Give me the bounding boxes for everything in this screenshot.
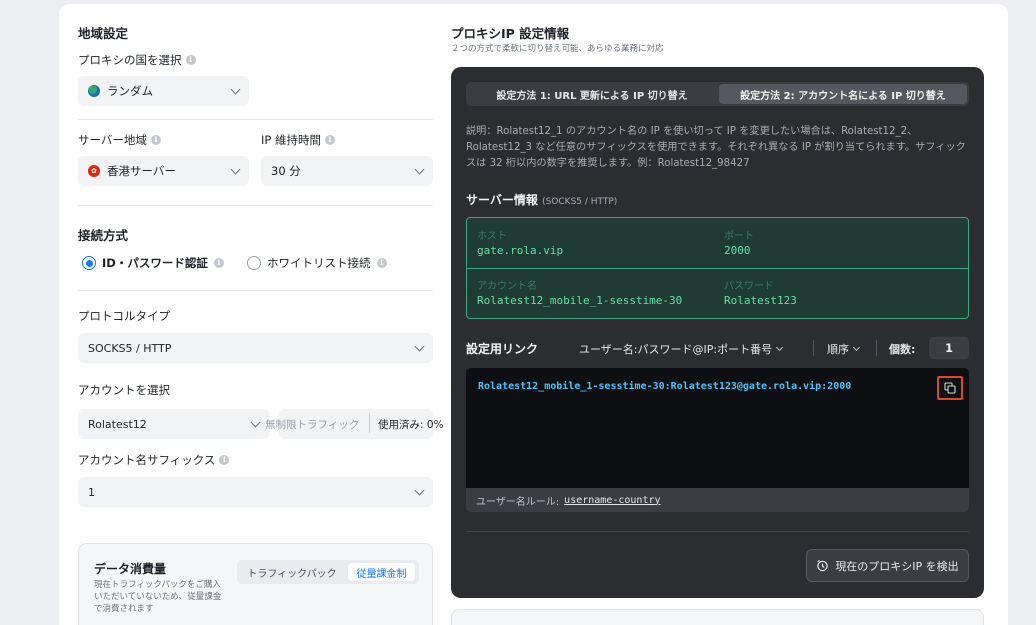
radio-unselected[interactable] [247, 256, 261, 270]
format-select[interactable]: ユーザー名:パスワード@IP:ポート番号 [579, 341, 784, 357]
host-value[interactable]: gate.rola.vip [477, 244, 563, 257]
chevron-down-icon [852, 343, 861, 352]
port-value[interactable]: 2000 [724, 244, 751, 257]
hong-kong-flag-icon: ✿ [88, 165, 100, 177]
host-label: ホスト [477, 231, 507, 242]
link-title: 設定用リンク [466, 342, 539, 356]
separator [813, 340, 814, 356]
tab-method-1[interactable]: 設定方法 1: URL 更新による IP 切り替え [468, 84, 716, 104]
method-description: 説明：Rolatest12_1 のアカウント名の IP を使い切って IP を変… [466, 126, 966, 169]
data-usage-panel: データ消費量 現在トラフィックパックをご購入いただいていないため、従量課金で消費… [78, 543, 433, 625]
traffic-text: 無制限トラフィック [265, 419, 360, 431]
info-icon: i [324, 135, 335, 145]
copy-button[interactable] [937, 376, 963, 400]
account-label: アカウントを選択 [78, 383, 170, 397]
separator [876, 340, 877, 356]
server-info-box: ホスト gate.rola.vip ポート 2000 アカウント名 Rolate… [466, 217, 969, 319]
data-usage-tabs: トラフィックパック 従量課金制 [237, 560, 419, 584]
data-usage-title: データ消費量 [94, 562, 167, 576]
ip-hold-select[interactable]: 30 分 [261, 156, 433, 186]
suffix-label: アカウント名サフィックス i [78, 452, 230, 468]
server-info-title: サーバー情報 (SOCKS5 / HTTP) [466, 193, 618, 207]
password-label: パスワード [724, 281, 774, 292]
connection-option-whitelist[interactable]: ホワイトリスト接続 i [247, 255, 387, 271]
suffix-select[interactable]: 1 [78, 477, 433, 507]
account-name-value[interactable]: Rolatest12_mobile_1-sesstime-30 [477, 294, 682, 307]
radio-selected[interactable] [82, 256, 96, 270]
divider [78, 119, 433, 120]
method-tabs: 設定方法 1: URL 更新による IP 切り替え 設定方法 2: アカウント名… [466, 82, 969, 106]
ip-hold-label: IP 維持時間 i [261, 132, 335, 148]
tab-method-2[interactable]: 設定方法 2: アカウント名による IP 切り替え [719, 84, 967, 104]
account-name-label: アカウント名 [477, 281, 537, 292]
separator [369, 413, 370, 433]
chevron-down-icon [230, 84, 241, 94]
copy-icon [944, 382, 956, 394]
account-select[interactable]: Rolatest12 [78, 409, 269, 439]
divider [466, 531, 969, 532]
next-panel [451, 609, 984, 625]
country-select[interactable]: ランダム [78, 76, 249, 106]
username-rule-value: username-country [564, 494, 661, 506]
divider [78, 205, 433, 206]
data-usage-desc: 現在トラフィックパックをご購入いただいていないため、従量課金で消費されます [94, 580, 222, 614]
tab-metered[interactable]: 従量課金制 [348, 563, 415, 581]
info-icon: i [213, 258, 224, 268]
chevron-down-icon [414, 341, 425, 351]
timer-icon [817, 559, 829, 572]
order-select[interactable]: 順序 [827, 341, 861, 357]
detect-proxy-button[interactable]: 現在のプロキシIP を検出 [806, 549, 969, 582]
info-icon: i [150, 135, 161, 145]
link-text[interactable]: Rolatest12_mobile_1-sesstime-30:Rolatest… [478, 381, 851, 392]
count-label: 個数: [889, 343, 916, 356]
region-title: 地域設定 [78, 26, 129, 41]
proxy-config-panel: 設定方法 1: URL 更新による IP 切り替え 設定方法 2: アカウント名… [451, 67, 984, 598]
port-label: ポート [724, 231, 754, 242]
chevron-down-icon [230, 164, 241, 174]
info-icon: i [219, 455, 230, 465]
used-info: 使用済み: 0% [378, 419, 444, 431]
info-icon: i [376, 258, 387, 268]
protocol-label: プロトコルタイプ [78, 309, 170, 323]
chevron-down-icon [414, 164, 425, 174]
connection-option-id[interactable]: ID・パスワード認証 i [82, 255, 224, 271]
protocol-select[interactable]: SOCKS5 / HTTP [78, 333, 433, 363]
country-label: プロキシの国を選択 i [78, 52, 196, 68]
link-output-box: Rolatest12_mobile_1-sesstime-30:Rolatest… [466, 368, 969, 512]
connection-title: 接続方式 [78, 228, 129, 243]
info-icon: i [185, 55, 196, 65]
divider [78, 290, 433, 291]
server-region-select[interactable]: ✿ 香港サーバー [78, 156, 249, 186]
chevron-down-icon [776, 343, 784, 352]
username-rule-bar: ユーザー名ルール: username-country [466, 488, 969, 512]
globe-icon [88, 85, 100, 97]
tab-traffic-pack[interactable]: トラフィックパック [237, 560, 347, 584]
chevron-down-icon [250, 417, 261, 427]
server-region-label: サーバー地域 i [78, 132, 161, 148]
proxy-info-subtitle: ２つの方式で柔軟に切り替え可能、あらゆる業務に対応 [451, 44, 664, 54]
chevron-down-icon [414, 485, 425, 495]
divider [467, 268, 968, 269]
password-value[interactable]: Rolatest123 [724, 294, 797, 307]
count-input[interactable]: 1 [929, 337, 969, 359]
proxy-info-title: プロキシIP 設定情報 [451, 26, 570, 41]
